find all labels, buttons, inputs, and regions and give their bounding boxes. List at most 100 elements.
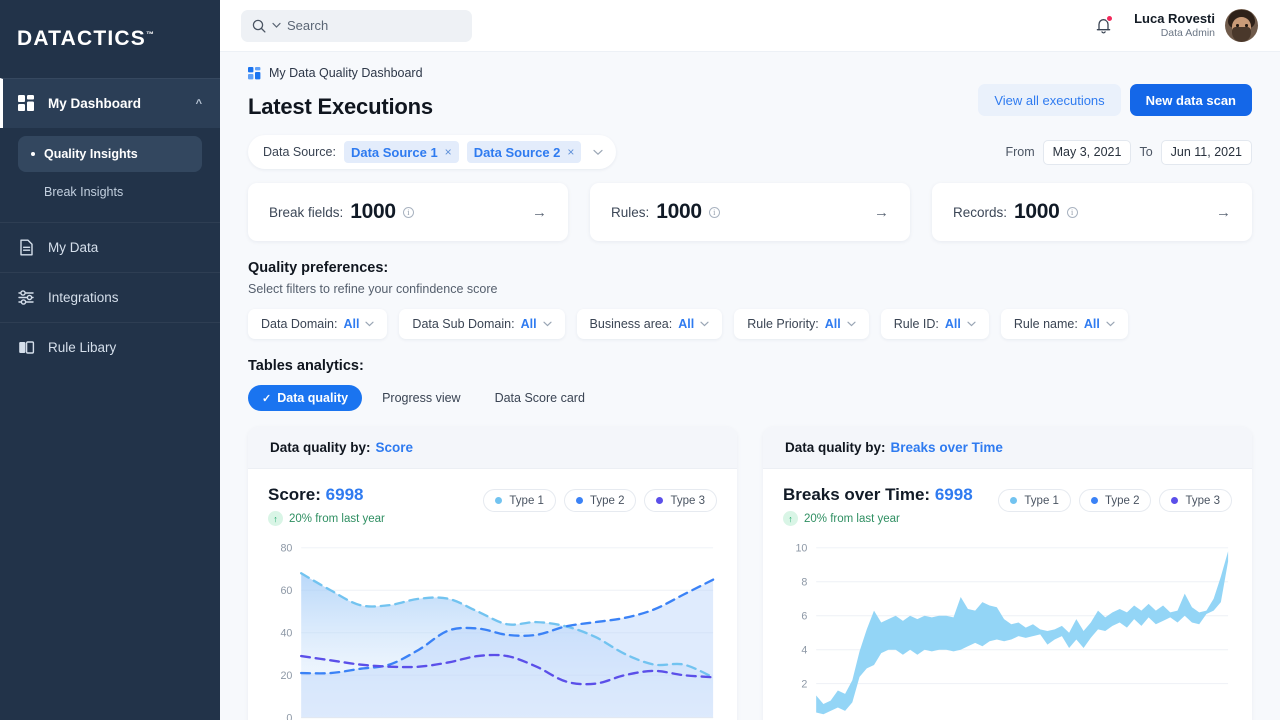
new-data-scan-button[interactable]: New data scan bbox=[1129, 84, 1252, 116]
tab-data-score-card[interactable]: Data Score card bbox=[481, 385, 599, 411]
info-icon[interactable]: i bbox=[1066, 206, 1078, 218]
user-menu[interactable]: Luca Rovesti Data Admin bbox=[1134, 9, 1258, 42]
legend-item-type-1[interactable]: Type 1 bbox=[998, 489, 1071, 512]
stat-card-rules[interactable]: Rules: 1000 i → bbox=[590, 183, 910, 241]
notifications-button[interactable] bbox=[1095, 15, 1114, 35]
chevron-down-icon[interactable] bbox=[593, 149, 604, 156]
chevron-down-icon[interactable] bbox=[272, 22, 281, 29]
filter-data-sub-domain[interactable]: Data Sub Domain: All bbox=[399, 309, 565, 339]
tab-data-quality[interactable]: ✓ Data quality bbox=[248, 385, 363, 411]
data-source-filter[interactable]: Data Source: Data Source 1 × Data Source… bbox=[248, 135, 617, 169]
data-source-chip-2[interactable]: Data Source 2 × bbox=[466, 141, 582, 163]
breadcrumb-label: My Data Quality Dashboard bbox=[269, 66, 423, 80]
info-icon[interactable]: i bbox=[708, 206, 720, 218]
stat-cards: Break fields: 1000 i → Rules: 1000 i → R… bbox=[248, 183, 1252, 241]
data-source-chip-1[interactable]: Data Source 1 × bbox=[343, 141, 459, 163]
filter-row: Data Source: Data Source 1 × Data Source… bbox=[248, 135, 1252, 169]
check-icon: ✓ bbox=[262, 392, 272, 405]
chip-remove-icon[interactable]: × bbox=[567, 145, 574, 159]
filter-rule-name[interactable]: Rule name: All bbox=[1000, 309, 1128, 339]
view-all-executions-button[interactable]: View all executions bbox=[978, 84, 1121, 116]
chart-breaks-over-time[interactable]: 2 4 6 8 10 bbox=[783, 540, 1232, 720]
chart-score[interactable]: 0 20 40 60 80 bbox=[268, 540, 717, 720]
dashboard-grid-icon bbox=[248, 66, 261, 79]
search-icon bbox=[252, 19, 266, 33]
sidebar-nav: My Dashboard ^ Quality Insights Break In… bbox=[0, 78, 220, 372]
sidebar-item-integrations[interactable]: Integrations bbox=[0, 272, 220, 322]
chevron-down-icon[interactable] bbox=[365, 321, 375, 327]
kpi-delta: ↑ 20% from last year bbox=[783, 511, 973, 526]
date-from-label: From bbox=[1005, 145, 1035, 159]
date-to-input[interactable]: Jun 11, 2021 bbox=[1160, 139, 1252, 165]
arrow-right-icon[interactable]: → bbox=[874, 204, 889, 221]
sidebar-item-rule-libary[interactable]: Rule Libary bbox=[0, 322, 220, 372]
legend-item-type-2[interactable]: Type 2 bbox=[1078, 489, 1152, 512]
sidebar-item-my-dashboard[interactable]: My Dashboard ^ bbox=[0, 78, 220, 128]
filter-rule-priority[interactable]: Rule Priority: All bbox=[734, 309, 869, 339]
filter-label: Business area: bbox=[589, 317, 673, 331]
sidebar-item-quality-insights[interactable]: Quality Insights bbox=[18, 136, 202, 172]
filter-value: All bbox=[944, 317, 961, 331]
arrow-right-icon[interactable]: → bbox=[532, 204, 547, 221]
sidebar-item-my-data[interactable]: My Data bbox=[0, 222, 220, 272]
chevron-down-icon[interactable] bbox=[967, 321, 976, 327]
tab-progress-view[interactable]: Progress view bbox=[368, 385, 475, 411]
kpi-title: Score: 6998 bbox=[268, 485, 385, 505]
legend-swatch bbox=[1010, 497, 1018, 504]
info-icon[interactable]: i bbox=[402, 206, 414, 218]
filter-label: Rule ID: bbox=[893, 317, 939, 331]
search-input[interactable]: Search bbox=[241, 9, 472, 42]
chip-label: Data Source 1 bbox=[350, 144, 438, 160]
legend-label: Type 3 bbox=[670, 494, 705, 507]
date-range-picker: From May 3, 2021 To Jun 11, 2021 bbox=[1005, 139, 1252, 165]
chip-remove-icon[interactable]: × bbox=[445, 145, 452, 159]
sidebar-item-label: Rule Libary bbox=[48, 340, 117, 355]
chart-breaks-svg: 2 4 6 8 10 bbox=[795, 543, 1229, 715]
svg-text:40: 40 bbox=[280, 628, 292, 640]
sidebar: DATACTICS™ My Dashboard ^ Quality Insigh… bbox=[0, 0, 220, 720]
legend-label: Type 3 bbox=[1185, 494, 1220, 507]
legend-item-type-2[interactable]: Type 2 bbox=[563, 489, 637, 512]
legend-item-type-3[interactable]: Type 3 bbox=[1159, 489, 1232, 512]
filter-label: Data Domain: bbox=[261, 317, 338, 331]
chevron-down-icon[interactable] bbox=[700, 321, 709, 327]
stat-card-break-fields[interactable]: Break fields: 1000 i → bbox=[248, 183, 568, 241]
panel-breaks-header: Data quality by: Breaks over Time bbox=[763, 427, 1252, 469]
sidebar-item-break-insights[interactable]: Break Insights bbox=[18, 174, 202, 210]
legend-item-type-1[interactable]: Type 1 bbox=[483, 489, 556, 512]
trend-up-icon: ↑ bbox=[268, 511, 283, 526]
chevron-down-icon[interactable] bbox=[1106, 321, 1115, 327]
brand-logo[interactable]: DATACTICS™ bbox=[0, 0, 220, 78]
legend-swatch bbox=[1090, 497, 1098, 504]
chevron-up-icon[interactable]: ^ bbox=[196, 98, 202, 110]
legend-item-type-3[interactable]: Type 3 bbox=[644, 489, 717, 512]
stat-card-records[interactable]: Records: 1000 i → bbox=[932, 183, 1252, 241]
kpi-label: Breaks over Time: bbox=[783, 485, 931, 504]
filter-business-area[interactable]: Business area: All bbox=[576, 309, 723, 339]
chevron-down-icon[interactable] bbox=[542, 321, 552, 327]
filter-rule-id[interactable]: Rule ID: All bbox=[880, 309, 989, 339]
quality-preferences-title: Quality preferences: bbox=[248, 260, 389, 276]
panel-header-value[interactable]: Breaks over Time bbox=[891, 440, 1003, 455]
chevron-down-icon[interactable] bbox=[847, 321, 856, 327]
filter-label: Data Sub Domain: bbox=[412, 317, 515, 331]
sidebar-item-label: Integrations bbox=[48, 290, 119, 305]
panel-header-value[interactable]: Score bbox=[376, 440, 414, 455]
chip-label: Data Source 2 bbox=[473, 144, 561, 160]
chart-score-svg: 0 20 40 60 80 bbox=[280, 543, 715, 720]
trademark-mark: ™ bbox=[146, 30, 155, 39]
svg-text:8: 8 bbox=[801, 577, 807, 589]
svg-text:6: 6 bbox=[801, 611, 807, 623]
filter-value: All bbox=[1083, 317, 1100, 331]
kpi-value: 6998 bbox=[934, 485, 973, 504]
sidebar-item-label: My Dashboard bbox=[48, 96, 142, 111]
panel-score-topline: Score: 6998 ↑ 20% from last year Type 1 bbox=[268, 485, 717, 526]
user-name: Luca Rovesti bbox=[1134, 10, 1215, 26]
date-to-label: To bbox=[1139, 145, 1153, 159]
date-from-input[interactable]: May 3, 2021 bbox=[1042, 139, 1132, 165]
svg-text:0: 0 bbox=[286, 713, 292, 720]
avatar[interactable] bbox=[1225, 9, 1258, 42]
breadcrumb[interactable]: My Data Quality Dashboard bbox=[248, 66, 1252, 80]
filter-data-domain[interactable]: Data Domain: All bbox=[248, 309, 388, 339]
arrow-right-icon[interactable]: → bbox=[1216, 204, 1231, 221]
